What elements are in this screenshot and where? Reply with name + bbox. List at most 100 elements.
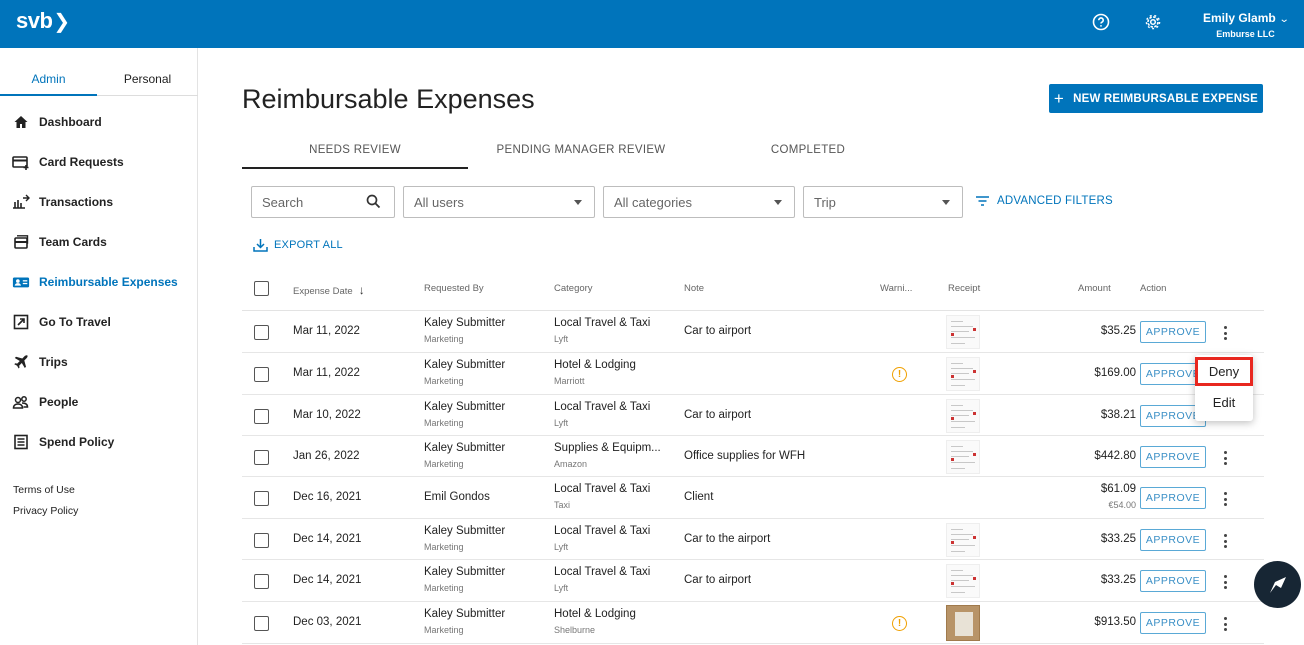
table-row[interactable]: Dec 03, 2021 Kaley Submitter Marketing Hote…	[242, 602, 1264, 644]
expense-date: Dec 14, 2021	[293, 574, 362, 586]
table-row[interactable]: Dec 14, 2021 Kaley Submitter Marketing Loca…	[242, 519, 1264, 560]
menu-item-edit[interactable]: Edit	[1195, 388, 1253, 416]
amount-original: €54.00	[1108, 500, 1136, 510]
sidebar-item-transactions[interactable]: Transactions	[12, 192, 192, 212]
sidebar-item-spend-policy[interactable]: Spend Policy	[12, 432, 192, 452]
approve-button[interactable]: APPROVE	[1140, 529, 1206, 551]
user-menu[interactable]: Emily Glamb ⌄ Emburse LLC	[1203, 9, 1289, 39]
sidebar-item-reimbursable-expenses[interactable]: Reimbursable Expenses	[12, 272, 192, 292]
receipt-thumbnail[interactable]	[946, 357, 980, 391]
amount: $38.21	[1100, 409, 1136, 421]
gear-icon[interactable]	[1143, 12, 1163, 32]
col-action: Action	[1140, 283, 1167, 294]
policy-icon	[12, 433, 30, 451]
requester-dept: Marketing	[424, 583, 464, 593]
expense-date: Dec 03, 2021	[293, 616, 362, 628]
row-checkbox[interactable]	[254, 574, 269, 589]
table-row[interactable]: Dec 16, 2021 Emil Gondos Local Travel & Ta…	[242, 477, 1264, 519]
warning-icon[interactable]: !	[892, 367, 907, 382]
vendor: Shelburne	[554, 625, 596, 635]
tab-completed[interactable]: COMPLETED	[694, 144, 922, 156]
table-row[interactable]: Mar 11, 2022 Kaley Submitter Marketing Hote…	[242, 353, 1264, 395]
more-vertical-icon[interactable]	[1224, 617, 1228, 634]
sidebar-item-trips[interactable]: Trips	[12, 352, 192, 372]
approve-button[interactable]: APPROVE	[1140, 487, 1206, 509]
row-checkbox[interactable]	[254, 450, 269, 465]
row-checkbox[interactable]	[254, 491, 269, 506]
more-vertical-icon[interactable]	[1224, 326, 1228, 343]
vendor: Lyft	[554, 583, 569, 593]
receipt-thumbnail[interactable]	[946, 399, 980, 433]
tab-admin[interactable]: Admin	[0, 72, 97, 86]
more-vertical-icon[interactable]	[1224, 575, 1228, 592]
note: Car to the airport	[684, 533, 771, 545]
search-input[interactable]: Search	[251, 186, 395, 218]
tab-pending-manager-review[interactable]: PENDING MANAGER REVIEW	[468, 144, 694, 156]
sidebar-item-team-cards[interactable]: Team Cards	[12, 232, 192, 252]
receipt-thumbnail[interactable]	[946, 440, 980, 474]
vendor: Lyft	[554, 334, 569, 344]
sidebar-item-label: People	[39, 395, 79, 409]
requester-dept: Marketing	[424, 376, 464, 386]
approve-button[interactable]: APPROVE	[1140, 612, 1206, 634]
plus-icon: +	[1053, 88, 1065, 108]
expense-date: Mar 11, 2022	[293, 367, 360, 379]
categories-select[interactable]: All categories	[603, 186, 795, 218]
new-reimbursable-expense-button[interactable]: + NEW REIMBURSABLE EXPENSE	[1049, 84, 1263, 113]
tab-admin-underline	[0, 94, 97, 96]
advanced-filters-label: ADVANCED FILTERS	[997, 195, 1113, 207]
receipt-thumbnail[interactable]	[946, 523, 980, 557]
search-icon[interactable]	[366, 194, 381, 212]
table-row[interactable]: Mar 10, 2022 Kaley Submitter Marketing Loca…	[242, 395, 1264, 436]
more-vertical-icon[interactable]	[1224, 451, 1228, 468]
vendor: Marriott	[554, 376, 585, 386]
help-circle-icon[interactable]	[1091, 12, 1111, 32]
sidebar-item-card-requests[interactable]: Card Requests	[12, 152, 192, 172]
row-checkbox[interactable]	[254, 409, 269, 424]
tab-needs-review[interactable]: NEEDS REVIEW	[242, 144, 468, 156]
svb-logo[interactable]: svb❯	[16, 8, 70, 34]
chat-launcher[interactable]	[1254, 561, 1301, 608]
trip-select[interactable]: Trip	[803, 186, 963, 218]
select-all-checkbox[interactable]	[254, 281, 269, 296]
receipt-thumbnail[interactable]	[946, 315, 980, 349]
category: Local Travel & Taxi	[554, 525, 651, 537]
approve-button[interactable]: APPROVE	[1140, 321, 1206, 343]
vendor: Lyft	[554, 542, 569, 552]
expense-date: Dec 14, 2021	[293, 533, 362, 545]
reimburse-icon	[12, 273, 30, 291]
col-expense-date[interactable]: Expense Date ↓	[293, 283, 365, 297]
active-tab-underline	[242, 167, 468, 169]
expense-date: Jan 26, 2022	[293, 450, 360, 462]
privacy-policy-link[interactable]: Privacy Policy	[13, 505, 78, 517]
row-checkbox[interactable]	[254, 533, 269, 548]
users-select[interactable]: All users	[403, 186, 595, 218]
sidebar-item-people[interactable]: People	[12, 392, 192, 412]
menu-item-deny[interactable]: Deny	[1195, 357, 1253, 386]
sidebar-item-go-to-travel[interactable]: Go To Travel	[12, 312, 192, 332]
advanced-filters-button[interactable]: ADVANCED FILTERS	[976, 195, 1113, 207]
approve-button[interactable]: APPROVE	[1140, 570, 1206, 592]
col-amount: Amount	[1078, 283, 1111, 294]
terms-of-use-link[interactable]: Terms of Use	[13, 484, 75, 496]
table-row[interactable]: Dec 14, 2021 Kaley Submitter Marketing Loca…	[242, 560, 1264, 602]
table-row[interactable]: Jan 26, 2022 Kaley Submitter Marketing Supp…	[242, 436, 1264, 477]
cards-icon	[12, 233, 30, 251]
warning-icon[interactable]: !	[892, 616, 907, 631]
export-all-button[interactable]: EXPORT ALL	[253, 238, 343, 252]
requester-dept: Marketing	[424, 625, 464, 635]
sidebar-item-label: Trips	[39, 355, 68, 369]
sidebar-item-label: Dashboard	[39, 115, 102, 129]
more-vertical-icon[interactable]	[1224, 492, 1228, 509]
row-checkbox[interactable]	[254, 367, 269, 382]
approve-button[interactable]: APPROVE	[1140, 446, 1206, 468]
table-row[interactable]: Mar 11, 2022 Kaley Submitter Marketing Loca…	[242, 311, 1264, 353]
col-category: Category	[554, 283, 593, 294]
receipt-thumbnail[interactable]	[946, 605, 980, 641]
tab-personal[interactable]: Personal	[97, 72, 198, 86]
more-vertical-icon[interactable]	[1224, 534, 1228, 551]
row-checkbox[interactable]	[254, 616, 269, 631]
row-checkbox[interactable]	[254, 325, 269, 340]
sidebar-item-dashboard[interactable]: Dashboard	[12, 112, 192, 132]
receipt-thumbnail[interactable]	[946, 564, 980, 598]
